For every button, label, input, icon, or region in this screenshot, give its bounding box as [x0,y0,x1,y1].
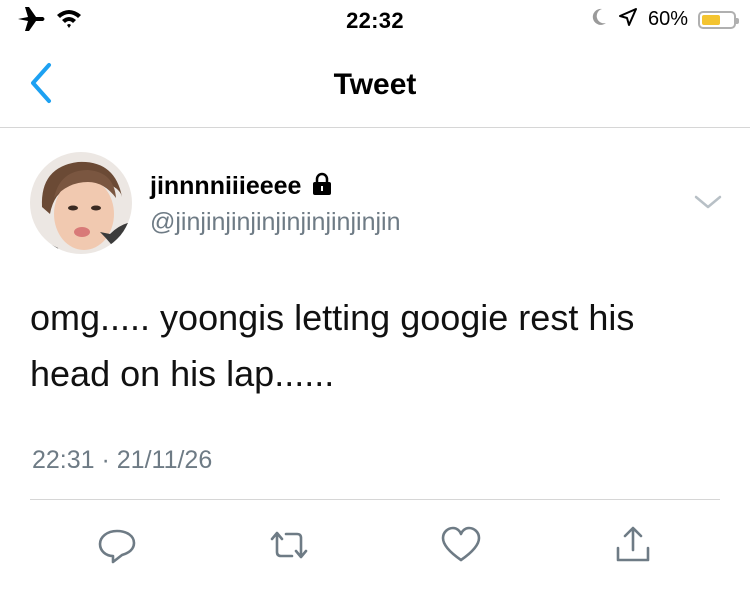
status-bar-right: 60% [590,7,739,32]
retweet-button[interactable] [266,522,312,568]
reply-icon [94,522,140,568]
like-icon [438,522,484,568]
battery-percent: 60% [647,8,688,30]
tweet-detail-screen: 22:32 60% Tweet jinnnniiieeee @jinjinjin… [0,0,750,591]
tweet-timestamp[interactable]: 22:31 · 21/11/26 [32,446,212,475]
author-handle[interactable]: @jinjinjinjinjinjinjinjinjin [150,208,401,237]
navigation-bar: Tweet [0,42,750,128]
more-options-button[interactable] [693,192,723,212]
tweet-text: omg..... yoongis letting googie rest his… [30,297,635,394]
share-icon [610,522,656,568]
lock-icon [311,172,333,201]
location-arrow-icon [618,7,638,32]
moon-icon [590,7,608,32]
status-bar: 22:32 60% [0,0,750,42]
divider [30,499,720,500]
battery-icon [698,10,739,29]
author-name[interactable]: jinnnniiieeee [150,172,301,201]
battery-level [702,14,720,25]
chevron-down-icon [693,195,723,216]
like-button[interactable] [438,522,484,568]
avatar[interactable] [30,152,132,254]
page-title: Tweet [333,68,417,101]
author-name-row: jinnnniiieeee [150,172,333,201]
battery-tip [736,17,739,24]
reply-button[interactable] [94,522,140,568]
share-button[interactable] [610,522,656,568]
retweet-icon [266,522,312,568]
